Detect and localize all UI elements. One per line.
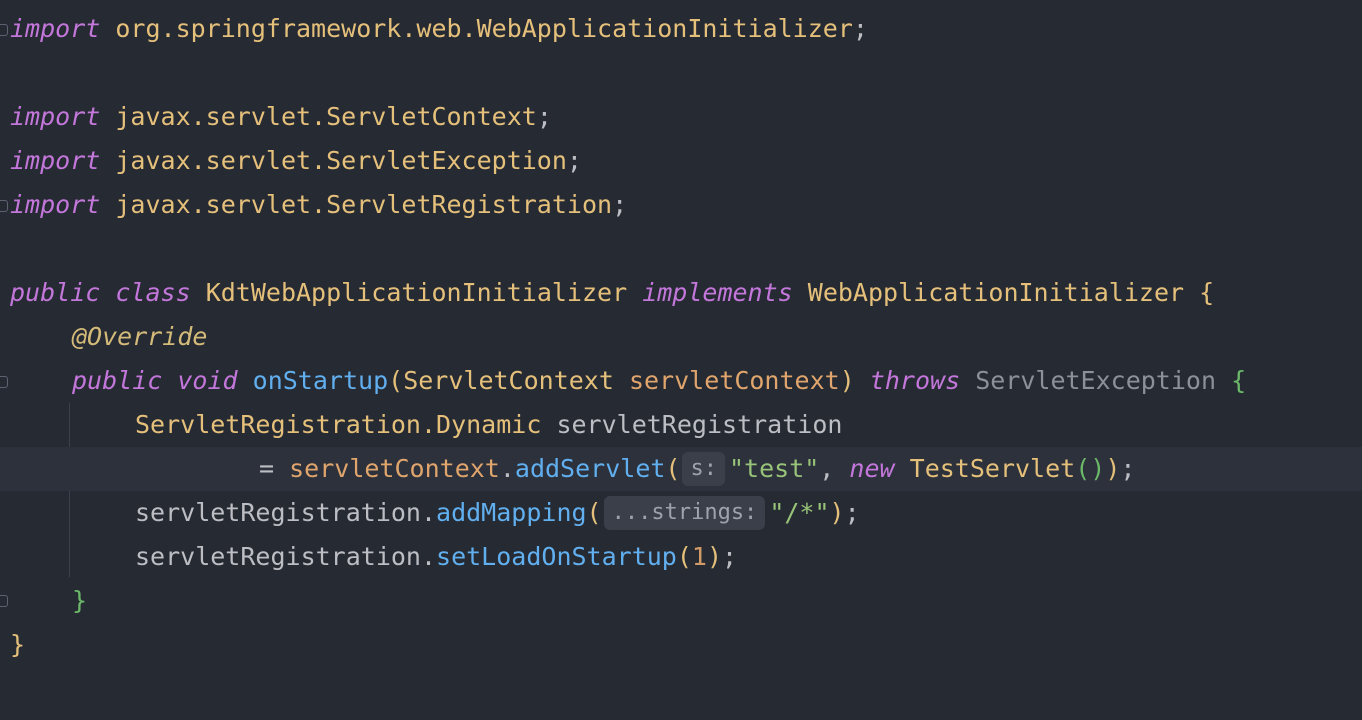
- code-line[interactable]: ServletRegistration.Dynamic servletRegis…: [0, 403, 1362, 447]
- code-line[interactable]: }: [0, 623, 1362, 667]
- code-line[interactable]: import javax.servlet.ServletRegistration…: [0, 183, 1362, 227]
- keyword: import: [10, 102, 101, 131]
- paren: ): [829, 498, 845, 527]
- current-code-line[interactable]: = servletContext.addServlet(s: "test", ne…: [0, 447, 1362, 491]
- punctuation: ;: [852, 14, 868, 43]
- import-path: javax.servlet.ServletRegistration: [115, 190, 613, 219]
- punctuation: .: [499, 454, 515, 483]
- punctuation: ;: [566, 146, 582, 175]
- brace: {: [1199, 278, 1215, 307]
- paren: ): [839, 366, 855, 395]
- paren: ): [706, 542, 723, 571]
- keyword: import: [10, 190, 101, 219]
- method-call: addMapping: [436, 498, 587, 527]
- paren: (: [388, 366, 404, 395]
- number-literal: 1: [691, 542, 707, 571]
- paren: (: [676, 542, 692, 571]
- variable-ref: servletRegistration.: [135, 542, 437, 571]
- punctuation: ;: [844, 498, 860, 527]
- paren: (): [1075, 454, 1106, 483]
- variable-ref: servletContext: [289, 454, 500, 483]
- brace: }: [10, 630, 26, 659]
- punctuation: ,: [819, 454, 835, 483]
- keyword: class: [115, 278, 191, 307]
- import-path: org.springframework.web.WebApplicationIn…: [115, 14, 853, 43]
- code-line[interactable]: servletRegistration.addMapping(...string…: [0, 491, 1362, 535]
- punctuation: ;: [536, 102, 552, 131]
- keyword: implements: [642, 278, 793, 307]
- parameter-hint: s:: [682, 452, 725, 486]
- punctuation: ;: [612, 190, 628, 219]
- brace: {: [1231, 366, 1247, 395]
- paren: (: [665, 454, 681, 483]
- keyword: import: [10, 14, 101, 43]
- paren: (: [586, 498, 602, 527]
- import-path: javax.servlet.ServletContext: [115, 102, 537, 131]
- param-name: servletContext: [628, 366, 840, 395]
- method-name: onStartup: [252, 366, 389, 395]
- type-name: ServletRegistration.Dynamic: [135, 410, 542, 439]
- code-line[interactable]: import javax.servlet.ServletContext;: [0, 95, 1362, 139]
- interface-name: WebApplicationInitializer: [807, 278, 1185, 307]
- import-path: javax.servlet.ServletException: [115, 146, 567, 175]
- keyword: public: [10, 278, 101, 307]
- method-call: setLoadOnStartup: [436, 542, 677, 571]
- variable-name: servletRegistration: [556, 410, 843, 439]
- class-ref: TestServlet: [909, 454, 1076, 483]
- keyword: new: [849, 454, 895, 483]
- variable-ref: servletRegistration.: [135, 498, 437, 527]
- paren: ): [1105, 454, 1121, 483]
- code-line[interactable]: }: [0, 579, 1362, 623]
- code-line[interactable]: import javax.servlet.ServletException;: [0, 139, 1362, 183]
- punctuation: ;: [1120, 454, 1136, 483]
- keyword: import: [10, 146, 101, 175]
- string-literal: "/*": [769, 498, 830, 527]
- code-line[interactable]: import org.springframework.web.WebApplic…: [0, 7, 1362, 51]
- keyword: throws: [869, 366, 961, 395]
- method-call: addServlet: [514, 454, 666, 483]
- punctuation: ;: [722, 542, 738, 571]
- code-line[interactable]: public class KdtWebApplicationInitialize…: [0, 271, 1362, 315]
- annotation: @Override: [72, 322, 208, 351]
- param-type: ServletContext: [403, 366, 614, 395]
- keyword: public: [72, 366, 163, 395]
- exception-type: ServletException: [975, 366, 1217, 395]
- class-name: KdtWebApplicationInitializer: [205, 278, 628, 307]
- string-literal: "test": [728, 454, 820, 483]
- code-line[interactable]: @Override: [0, 315, 1362, 359]
- code-line[interactable]: servletRegistration.setLoadOnStartup(1);: [0, 535, 1362, 579]
- keyword: void: [177, 366, 238, 395]
- code-editor[interactable]: import org.springframework.web.WebApplic…: [0, 0, 1362, 720]
- operator: =: [259, 454, 275, 483]
- parameter-hint: ...strings:: [603, 496, 766, 530]
- code-line[interactable]: public void onStartup(ServletContext ser…: [0, 359, 1362, 403]
- brace: }: [72, 586, 88, 615]
